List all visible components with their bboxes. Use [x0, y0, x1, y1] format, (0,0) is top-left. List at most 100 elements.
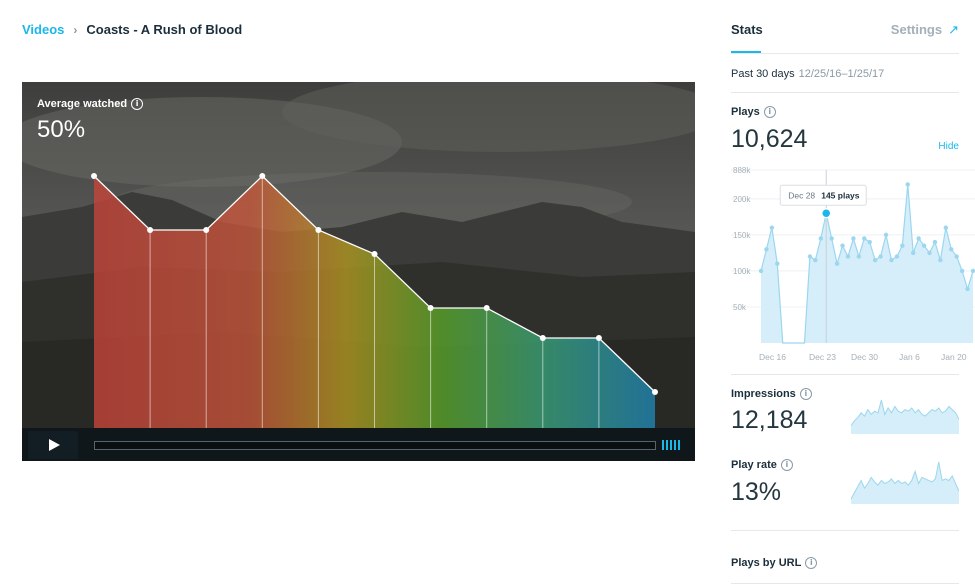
chart-point[interactable] — [758, 268, 764, 274]
chart-x-tick: Dec 16 — [759, 352, 786, 362]
chart-point[interactable] — [764, 247, 769, 252]
external-arrow-icon: ↗ — [948, 22, 959, 37]
average-watched-value: 50% — [37, 116, 86, 143]
engagement-point[interactable] — [315, 227, 322, 233]
chart-point[interactable] — [775, 261, 780, 266]
chart-point[interactable] — [949, 247, 954, 252]
chart-point[interactable] — [943, 225, 949, 230]
hide-chart-link[interactable]: Hide — [938, 141, 959, 152]
chart-point[interactable] — [813, 257, 818, 263]
chart-point[interactable] — [932, 239, 938, 245]
tab-stats[interactable]: Stats — [731, 22, 763, 53]
average-watched-label: Average watched — [37, 98, 128, 110]
info-icon[interactable]: i — [780, 459, 793, 471]
chart-point[interactable] — [965, 286, 970, 292]
average-watched: Average watched i 50% — [37, 98, 144, 144]
engagement-point[interactable] — [539, 335, 546, 341]
chart-y-tick: 100k — [733, 267, 751, 276]
tooltip-date: Dec 28 — [788, 190, 815, 200]
chart-point[interactable] — [883, 232, 889, 238]
play-rate-label-text: Play rate — [731, 459, 777, 471]
plays-label-text: Plays — [731, 106, 760, 118]
chart-point[interactable] — [889, 257, 894, 263]
chart-point[interactable] — [872, 257, 878, 263]
chart-point[interactable] — [834, 261, 840, 266]
chevron-right-icon: › — [73, 22, 78, 37]
chart-point[interactable] — [818, 236, 823, 241]
chart-point[interactable] — [807, 254, 813, 259]
engagement-point[interactable] — [203, 227, 210, 233]
engagement-point[interactable] — [147, 227, 154, 233]
divider — [731, 92, 959, 93]
chart-area — [761, 184, 973, 343]
chart-point[interactable] — [938, 257, 943, 263]
divider — [731, 374, 959, 375]
volume-bar — [662, 440, 664, 450]
chart-point[interactable] — [970, 268, 975, 274]
chart-point[interactable] — [894, 254, 900, 259]
chart-point[interactable] — [959, 268, 965, 274]
plays-chart[interactable]: 888k 200k 150k 100k 50k Dec 28 145 plays Dec 16… — [731, 165, 975, 365]
date-range-label: Past 30 days — [731, 68, 795, 80]
chart-x-tick: Jan 20 — [941, 352, 967, 362]
engagement-point[interactable] — [427, 305, 434, 311]
chart-point[interactable] — [867, 239, 872, 245]
chart-point[interactable] — [829, 236, 834, 241]
volume-bar — [678, 440, 680, 450]
play-button[interactable] — [28, 431, 78, 459]
chart-x-tick: Dec 30 — [851, 352, 878, 362]
volume-bar — [670, 440, 672, 450]
engagement-point[interactable] — [371, 251, 378, 257]
chart-point[interactable] — [862, 236, 867, 241]
chart-point[interactable] — [840, 243, 845, 248]
plays-value: 10,624 — [731, 125, 808, 153]
chart-point[interactable] — [878, 254, 883, 259]
volume-control[interactable] — [662, 440, 680, 450]
impressions-sparkline — [851, 399, 959, 434]
volume-bar — [666, 440, 668, 450]
chart-point[interactable] — [921, 243, 927, 248]
info-icon[interactable]: i — [799, 388, 812, 400]
tab-settings-label: Settings — [890, 22, 943, 37]
sidebar-tabs: Stats Settings ↗ — [731, 22, 959, 54]
date-range[interactable]: Past 30 days 12/25/16–1/25/17 — [731, 68, 884, 80]
breadcrumb-videos-link[interactable]: Videos — [22, 22, 64, 37]
chart-point[interactable] — [769, 225, 775, 230]
divider — [731, 530, 959, 531]
progress-bar[interactable] — [94, 441, 656, 450]
play-rate-value: 13% — [731, 478, 782, 506]
chart-point[interactable] — [927, 250, 932, 256]
engagement-point[interactable] — [259, 173, 266, 179]
engagement-point[interactable] — [595, 335, 602, 341]
chart-point[interactable] — [856, 254, 862, 259]
chart-y-tick: 888k — [733, 166, 751, 175]
info-icon[interactable]: i — [763, 106, 776, 118]
chart-point[interactable] — [911, 250, 916, 256]
engagement-point[interactable] — [652, 389, 658, 395]
chart-x-tick: Dec 23 — [809, 352, 836, 362]
plays-by-url-label: Plays by URL i — [731, 557, 818, 569]
info-icon[interactable]: i — [131, 98, 144, 110]
date-range-dates: 12/25/16–1/25/17 — [798, 68, 885, 80]
stats-sidebar: Stats Settings ↗ Past 30 days 12/25/16–1/2… — [715, 0, 975, 587]
tab-settings[interactable]: Settings ↗ — [891, 22, 959, 38]
plays-label: Plays i — [731, 106, 776, 118]
chart-point[interactable] — [954, 254, 959, 259]
chart-point[interactable] — [900, 243, 905, 248]
divider — [731, 583, 959, 584]
sparkline-area — [851, 400, 959, 434]
chart-point[interactable] — [905, 182, 910, 187]
volume-bar — [674, 440, 676, 450]
chart-point[interactable] — [845, 254, 851, 259]
chart-highlight-point[interactable] — [820, 208, 832, 219]
play-rate-label: Play rate i — [731, 459, 793, 471]
engagement-point[interactable] — [483, 305, 490, 311]
chart-point[interactable] — [916, 236, 921, 241]
chart-y-tick: 150k — [733, 231, 751, 240]
player-controls — [22, 428, 695, 461]
info-icon[interactable]: i — [805, 557, 818, 569]
engagement-point[interactable] — [91, 173, 97, 179]
video-player[interactable]: Average watched i 50% — [22, 82, 695, 461]
tooltip-value: 145 plays — [821, 190, 860, 200]
chart-point[interactable] — [851, 236, 856, 241]
